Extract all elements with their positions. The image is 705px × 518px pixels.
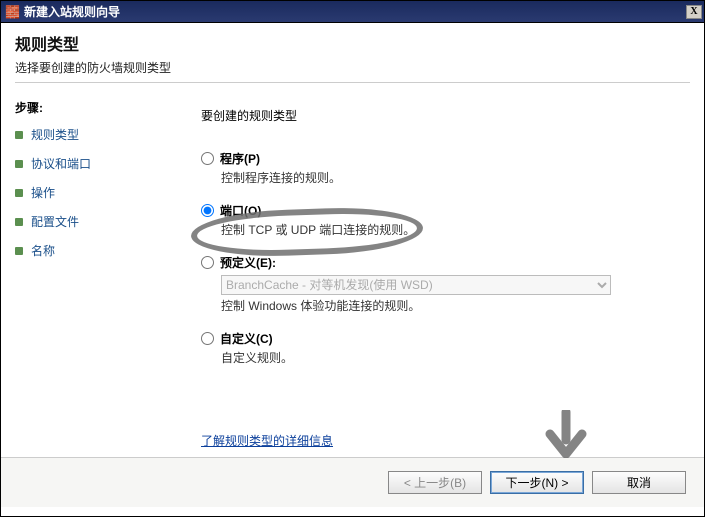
radio-custom-input[interactable] (201, 332, 214, 345)
rule-type-radio-group: 程序(P) 控制程序连接的规则。 端口(O) 控制 TCP 或 UDP 端口连接… (201, 150, 684, 366)
bullet-icon (15, 160, 23, 168)
steps-sidebar: 步骤: 规则类型 协议和端口 操作 配置文件 名称 (1, 89, 181, 457)
option-port: 端口(O) 控制 TCP 或 UDP 端口连接的规则。 (201, 202, 684, 238)
option-desc: 控制 TCP 或 UDP 端口连接的规则。 (221, 221, 684, 238)
bullet-icon (15, 131, 23, 139)
step-protocol-port[interactable]: 协议和端口 (15, 155, 175, 172)
bullet-icon (15, 189, 23, 197)
titlebar: 🧱 新建入站规则向导 X (0, 0, 705, 22)
main-prompt: 要创建的规则类型 (201, 107, 684, 124)
option-desc: 自定义规则。 (221, 349, 684, 366)
option-predefined: 预定义(E): BranchCache - 对等机发现(使用 WSD) 控制 W… (201, 254, 684, 314)
page-subtitle: 选择要创建的防火墙规则类型 (15, 59, 690, 76)
predefined-select[interactable]: BranchCache - 对等机发现(使用 WSD) (221, 275, 611, 295)
radio-custom[interactable]: 自定义(C) (201, 330, 684, 347)
step-label: 协议和端口 (31, 155, 91, 172)
wizard-buttons: < 上一步(B) 下一步(N) > 取消 (1, 457, 704, 507)
next-button[interactable]: 下一步(N) > (490, 471, 584, 494)
step-rule-type[interactable]: 规则类型 (15, 126, 175, 143)
option-custom: 自定义(C) 自定义规则。 (201, 330, 684, 366)
step-name[interactable]: 名称 (15, 242, 175, 259)
option-title: 程序(P) (220, 150, 260, 167)
learn-more-link[interactable]: 了解规则类型的详细信息 (201, 432, 333, 449)
radio-program[interactable]: 程序(P) (201, 150, 684, 167)
radio-port[interactable]: 端口(O) (201, 202, 684, 219)
step-label: 操作 (31, 184, 55, 201)
step-action[interactable]: 操作 (15, 184, 175, 201)
step-label: 规则类型 (31, 126, 79, 143)
app-icon: 🧱 (5, 5, 20, 19)
window-body: 规则类型 选择要创建的防火墙规则类型 步骤: 规则类型 协议和端口 操作 配置文… (0, 22, 705, 517)
main-panel: 要创建的规则类型 程序(P) 控制程序连接的规则。 端口(O) 控制 TCP 或… (181, 89, 704, 457)
option-title: 自定义(C) (220, 330, 273, 347)
header-divider (15, 82, 690, 83)
step-label: 配置文件 (31, 213, 79, 230)
back-button[interactable]: < 上一步(B) (388, 471, 482, 494)
radio-predefined-input[interactable] (201, 256, 214, 269)
option-desc: 控制 Windows 体验功能连接的规则。 (221, 297, 684, 314)
predefined-select-wrap: BranchCache - 对等机发现(使用 WSD) (221, 275, 684, 295)
step-profile[interactable]: 配置文件 (15, 213, 175, 230)
step-label: 名称 (31, 242, 55, 259)
wizard-header: 规则类型 选择要创建的防火墙规则类型 (1, 23, 704, 89)
radio-predefined[interactable]: 预定义(E): (201, 254, 684, 271)
option-program: 程序(P) 控制程序连接的规则。 (201, 150, 684, 186)
bullet-icon (15, 218, 23, 226)
close-button[interactable]: X (686, 5, 702, 19)
option-title: 预定义(E): (220, 254, 276, 271)
page-heading: 规则类型 (15, 31, 690, 55)
content-area: 步骤: 规则类型 协议和端口 操作 配置文件 名称 要 (1, 89, 704, 457)
option-desc: 控制程序连接的规则。 (221, 169, 684, 186)
radio-program-input[interactable] (201, 152, 214, 165)
steps-label: 步骤: (15, 99, 175, 116)
cancel-button[interactable]: 取消 (592, 471, 686, 494)
radio-port-input[interactable] (201, 204, 214, 217)
option-title: 端口(O) (220, 202, 261, 219)
window-title: 新建入站规则向导 (24, 3, 686, 20)
bullet-icon (15, 247, 23, 255)
